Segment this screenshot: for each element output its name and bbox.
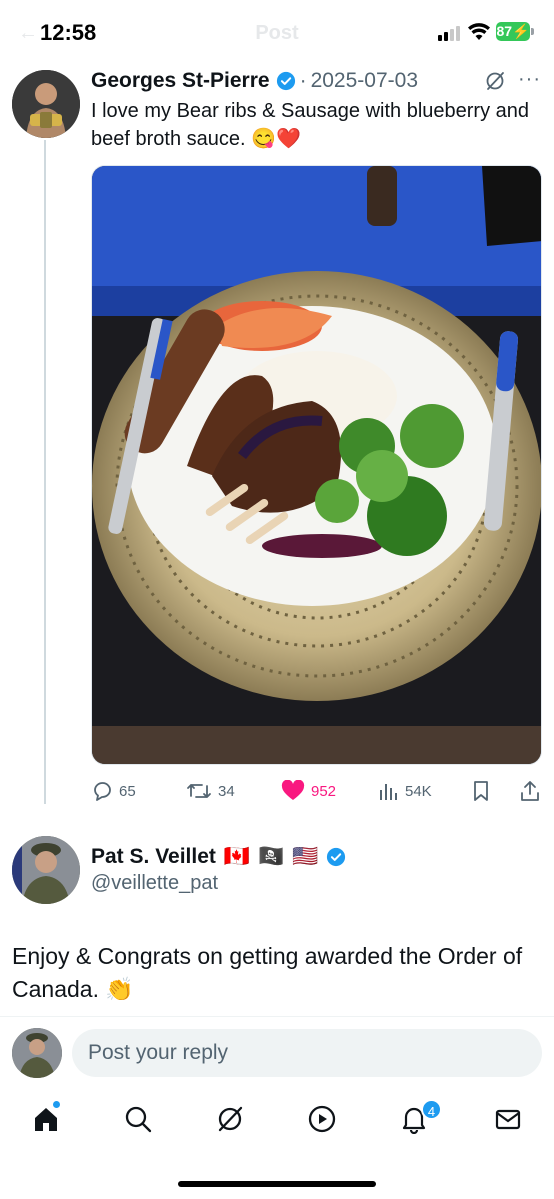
verified-badge-icon [276, 71, 295, 91]
status-bar: ← Post 12:58 87⚡ [0, 0, 554, 62]
home-unread-dot [53, 1101, 60, 1108]
share-button[interactable] [519, 776, 547, 806]
current-user-avatar-image [12, 1028, 62, 1078]
tweet-media-photo[interactable] [91, 165, 542, 765]
home-icon [35, 1108, 57, 1131]
repost-icon [187, 784, 211, 798]
reply-button[interactable]: 65 [91, 776, 136, 806]
views-chart-icon [380, 784, 397, 800]
reply-author-avatar[interactable] [12, 836, 80, 904]
heart-filled-icon [281, 780, 305, 800]
home-indicator[interactable] [178, 1181, 376, 1187]
thread-connector-line [44, 140, 46, 804]
notification-count-badge: 4 [421, 1099, 442, 1120]
tweet-date[interactable]: 2025-07-03 [311, 69, 418, 93]
pirate-flag-emoji: 🏴‍☠️ [258, 845, 285, 868]
bookmark-icon [474, 781, 488, 801]
usa-flag-emoji: 🇺🇸 [292, 845, 319, 868]
repost-button[interactable]: 34 [186, 776, 235, 806]
status-time: 12:58 [40, 20, 97, 45]
bookmark-button[interactable] [470, 776, 498, 806]
video-icon [308, 1105, 336, 1133]
tweet-action-bar: 65 34 952 54K [91, 776, 546, 806]
share-icon [521, 781, 539, 801]
author-avatar[interactable] [12, 70, 80, 138]
reply-text: Enjoy & Congrats on getting awarded the … [12, 943, 523, 1002]
food-photo-image [92, 166, 541, 764]
header-separator: · [299, 69, 307, 92]
battery-indicator: 87⚡ [496, 22, 530, 41]
reply-avatar-image [12, 836, 80, 904]
tab-search[interactable] [118, 1099, 158, 1139]
canada-flag-emoji: 🇨🇦 [223, 845, 251, 868]
tweet-header: Georges St-Pierre · 2025-07-03 [91, 68, 418, 94]
reply-icon [94, 782, 111, 801]
wifi-icon [468, 23, 490, 40]
composer-divider [0, 1016, 554, 1017]
current-user-avatar[interactable] [12, 1028, 62, 1078]
tab-video[interactable] [302, 1099, 342, 1139]
views-button[interactable]: 54K [377, 776, 432, 806]
view-count: 54K [405, 782, 432, 800]
reply-author-handle[interactable]: @veillette_pat [91, 872, 218, 895]
verified-badge-icon [327, 847, 346, 867]
reply-composer[interactable] [72, 1029, 542, 1077]
messages-icon [495, 1109, 521, 1130]
reply-input[interactable] [72, 1029, 542, 1077]
cellular-signal-icon [438, 25, 462, 41]
repost-count: 34 [218, 782, 235, 800]
reply-header: Pat S. Veillet 🇨🇦 🏴‍☠️ 🇺🇸 [91, 843, 346, 871]
tab-messages[interactable] [488, 1099, 528, 1139]
like-button[interactable]: 952 [281, 776, 336, 806]
more-options-icon[interactable]: ··· [518, 68, 541, 91]
author-avatar-image [12, 70, 80, 138]
grok-icon[interactable] [484, 70, 506, 92]
reply-author-name[interactable]: Pat S. Veillet [91, 845, 216, 869]
author-name[interactable]: Georges St-Pierre [91, 69, 270, 93]
like-count: 952 [311, 782, 337, 800]
grok-icon [218, 1106, 243, 1132]
reply-count: 65 [119, 782, 136, 800]
search-icon [125, 1106, 152, 1133]
battery-cap [531, 28, 534, 35]
tweet-text: I love my Bear ribs & Sausage with blueb… [91, 100, 529, 150]
tab-home[interactable] [26, 1099, 66, 1139]
tab-grok[interactable] [210, 1099, 250, 1139]
